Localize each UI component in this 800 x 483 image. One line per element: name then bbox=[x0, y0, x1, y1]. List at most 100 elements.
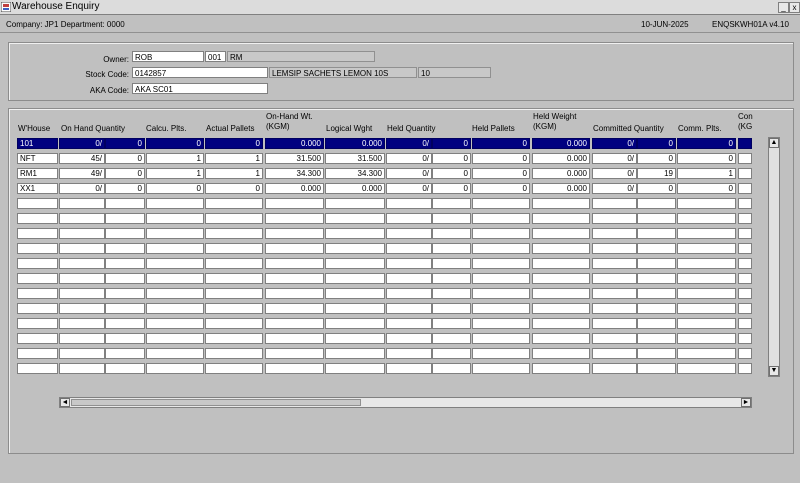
grid-cell[interactable]: 0 bbox=[105, 183, 145, 194]
grid-cell-empty[interactable] bbox=[472, 363, 530, 374]
grid-cell-empty[interactable] bbox=[432, 318, 471, 329]
grid-cell-empty[interactable] bbox=[205, 228, 263, 239]
grid-cell-empty[interactable] bbox=[325, 303, 385, 314]
grid-cell-empty[interactable] bbox=[677, 288, 736, 299]
vertical-scrollbar[interactable]: ▲ ▼ bbox=[768, 137, 780, 377]
grid-cell-empty[interactable] bbox=[146, 348, 204, 359]
grid-cell-empty[interactable] bbox=[637, 333, 676, 344]
grid-cell-empty[interactable] bbox=[532, 363, 590, 374]
grid-cell[interactable]: 45/ bbox=[59, 153, 105, 164]
grid-cell[interactable]: 34.300 bbox=[265, 168, 324, 179]
stock-code-field[interactable]: 0142857 bbox=[132, 67, 268, 78]
grid-cell-empty[interactable] bbox=[592, 363, 637, 374]
grid-cell-empty[interactable] bbox=[325, 273, 385, 284]
grid-cell-empty[interactable] bbox=[265, 258, 324, 269]
grid-cell[interactable]: 0 bbox=[105, 138, 145, 149]
grid-cell-empty[interactable] bbox=[146, 213, 204, 224]
grid-cell[interactable]: 0/ bbox=[386, 183, 432, 194]
grid-cell-empty[interactable] bbox=[386, 363, 432, 374]
grid-cell-empty[interactable] bbox=[205, 213, 263, 224]
grid-cell[interactable]: 0 bbox=[432, 153, 471, 164]
grid-cell-empty[interactable] bbox=[146, 228, 204, 239]
grid-cell-empty[interactable] bbox=[265, 348, 324, 359]
grid-cell[interactable]: 49/ bbox=[59, 168, 105, 179]
grid-cell-empty[interactable] bbox=[592, 213, 637, 224]
grid-cell-empty[interactable] bbox=[386, 273, 432, 284]
grid-cell-empty[interactable] bbox=[146, 198, 204, 209]
grid-cell-empty[interactable] bbox=[59, 213, 105, 224]
grid-cell-empty[interactable] bbox=[59, 333, 105, 344]
grid-cell-empty[interactable] bbox=[592, 258, 637, 269]
grid-cell-empty[interactable] bbox=[432, 303, 471, 314]
grid-cell-empty[interactable] bbox=[59, 273, 105, 284]
grid-cell-empty[interactable] bbox=[59, 348, 105, 359]
grid-cell-empty[interactable] bbox=[386, 258, 432, 269]
grid-cell-empty[interactable] bbox=[738, 363, 752, 374]
grid-cell-empty[interactable] bbox=[432, 228, 471, 239]
grid-cell-empty[interactable] bbox=[432, 348, 471, 359]
grid-cell-empty[interactable] bbox=[592, 228, 637, 239]
grid-cell-empty[interactable] bbox=[325, 318, 385, 329]
grid-cell-empty[interactable] bbox=[17, 213, 58, 224]
grid-cell-empty[interactable] bbox=[105, 243, 145, 254]
grid-cell[interactable]: 0.000 bbox=[325, 138, 385, 149]
grid-cell[interactable]: 0 bbox=[105, 168, 145, 179]
grid-cell[interactable]: 0 bbox=[432, 168, 471, 179]
grid-cell[interactable]: 0 bbox=[677, 153, 736, 164]
grid-cell[interactable]: 0 bbox=[205, 183, 263, 194]
grid-cell-empty[interactable] bbox=[738, 258, 752, 269]
grid-cell-empty[interactable] bbox=[386, 333, 432, 344]
grid-cell-empty[interactable] bbox=[637, 363, 676, 374]
grid-cell-empty[interactable] bbox=[265, 198, 324, 209]
grid-cell[interactable]: 0 bbox=[677, 138, 736, 149]
grid-cell-empty[interactable] bbox=[592, 273, 637, 284]
grid-cell-empty[interactable] bbox=[637, 243, 676, 254]
grid-cell-empty[interactable] bbox=[637, 318, 676, 329]
grid-cell-empty[interactable] bbox=[386, 213, 432, 224]
grid-cell[interactable]: 0/ bbox=[59, 183, 105, 194]
grid-cell-empty[interactable] bbox=[105, 333, 145, 344]
grid-cell-empty[interactable] bbox=[592, 243, 637, 254]
grid-cell-empty[interactable] bbox=[265, 363, 324, 374]
grid-cell-empty[interactable] bbox=[738, 348, 752, 359]
grid-cell-empty[interactable] bbox=[472, 198, 530, 209]
grid-cell[interactable]: 0/ bbox=[592, 153, 637, 164]
grid-cell[interactable]: 0.000 bbox=[265, 183, 324, 194]
grid-cell-empty[interactable] bbox=[265, 303, 324, 314]
grid-cell-empty[interactable] bbox=[105, 318, 145, 329]
grid-cell-empty[interactable] bbox=[386, 318, 432, 329]
grid-cell[interactable]: 1 bbox=[677, 168, 736, 179]
grid-cell[interactable] bbox=[738, 153, 752, 164]
grid-cell[interactable]: 0/ bbox=[386, 153, 432, 164]
grid-cell-empty[interactable] bbox=[146, 258, 204, 269]
grid-cell[interactable]: 1 bbox=[146, 168, 204, 179]
grid-cell-empty[interactable] bbox=[105, 273, 145, 284]
grid-cell-empty[interactable] bbox=[677, 198, 736, 209]
grid-cell-empty[interactable] bbox=[59, 228, 105, 239]
grid-cell[interactable]: 1 bbox=[205, 168, 263, 179]
grid-cell-empty[interactable] bbox=[146, 318, 204, 329]
grid-cell-empty[interactable] bbox=[637, 213, 676, 224]
grid-cell-empty[interactable] bbox=[325, 258, 385, 269]
grid-cell-empty[interactable] bbox=[17, 333, 58, 344]
grid-cell-empty[interactable] bbox=[105, 258, 145, 269]
grid-cell-empty[interactable] bbox=[325, 213, 385, 224]
grid-cell-empty[interactable] bbox=[17, 288, 58, 299]
grid-cell[interactable]: 0.000 bbox=[325, 183, 385, 194]
grid-cell-empty[interactable] bbox=[532, 333, 590, 344]
grid-cell[interactable]: 31.500 bbox=[325, 153, 385, 164]
grid-cell[interactable]: 0.000 bbox=[532, 153, 590, 164]
grid-cell-empty[interactable] bbox=[386, 288, 432, 299]
grid-cell-empty[interactable] bbox=[472, 303, 530, 314]
grid-cell[interactable]: 0 bbox=[472, 153, 530, 164]
grid-cell-empty[interactable] bbox=[677, 228, 736, 239]
grid-cell-empty[interactable] bbox=[325, 228, 385, 239]
grid-cell-empty[interactable] bbox=[432, 243, 471, 254]
grid-cell[interactable]: 0 bbox=[677, 183, 736, 194]
grid-cell-empty[interactable] bbox=[738, 198, 752, 209]
grid-cell-empty[interactable] bbox=[17, 198, 58, 209]
grid-cell[interactable]: 0 bbox=[105, 153, 145, 164]
grid-cell-empty[interactable] bbox=[472, 318, 530, 329]
grid-cell-empty[interactable] bbox=[592, 303, 637, 314]
grid-cell[interactable]: 0.000 bbox=[532, 183, 590, 194]
